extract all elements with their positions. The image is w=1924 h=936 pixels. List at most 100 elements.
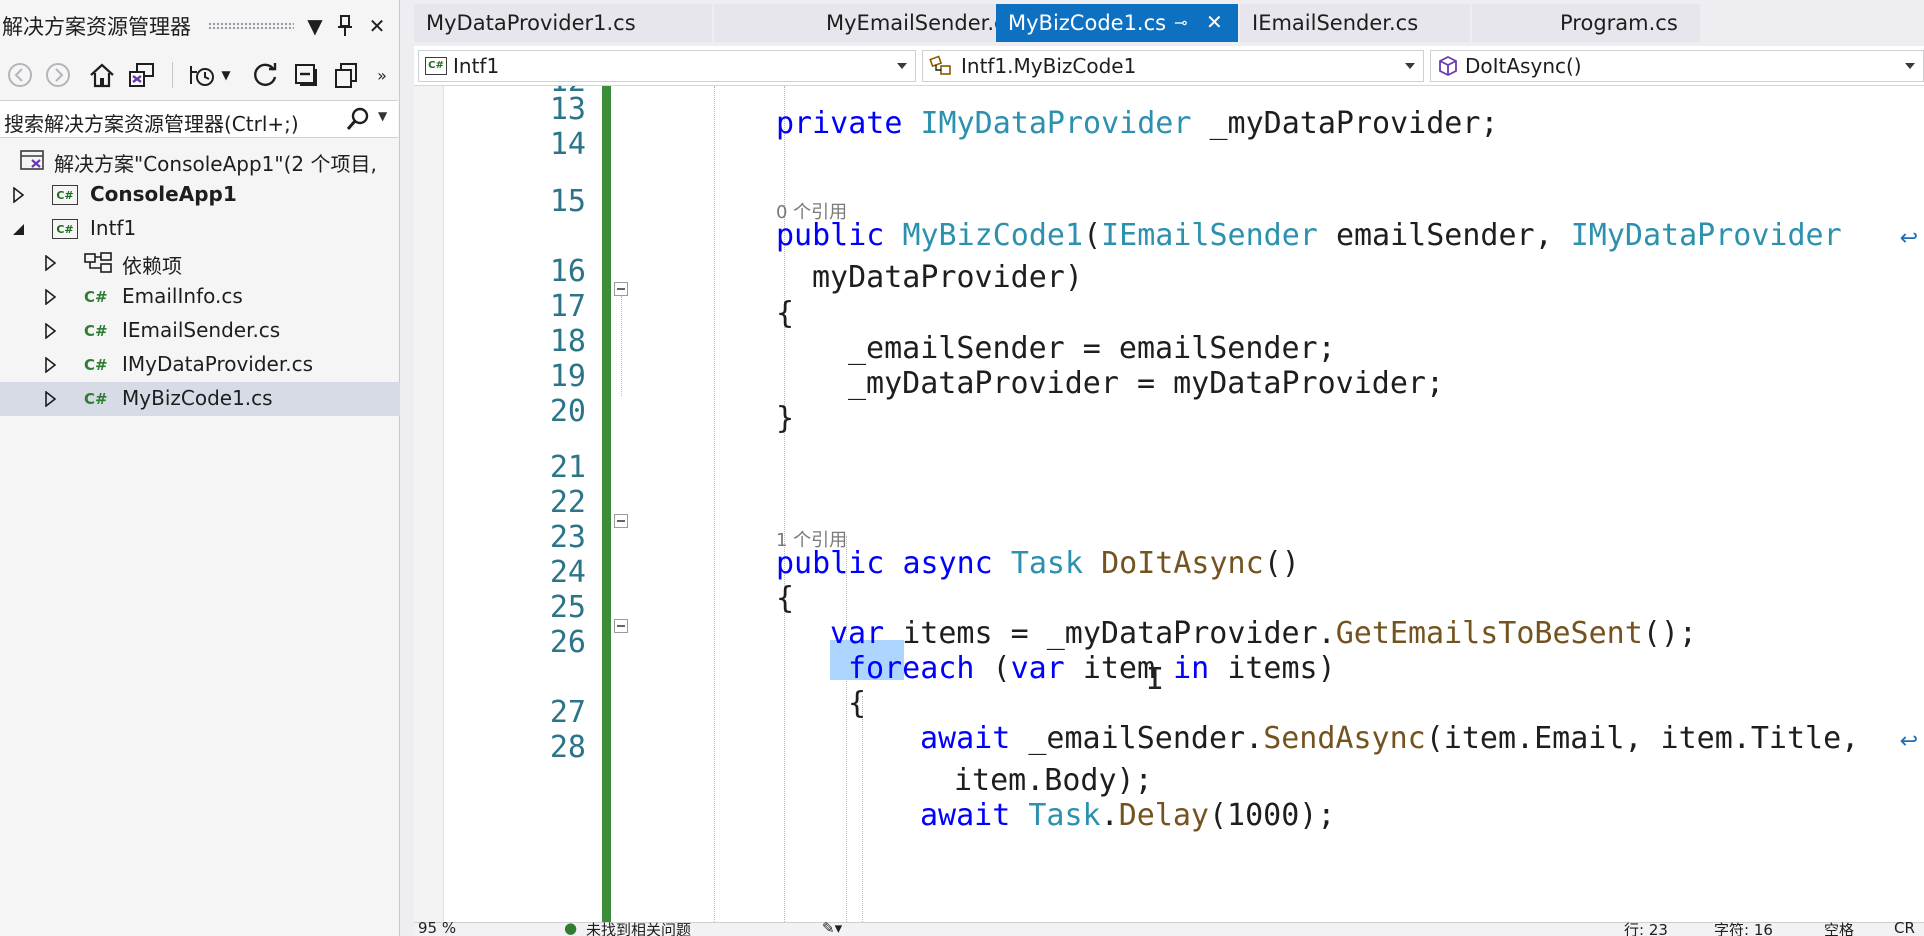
indent-guide (862, 696, 863, 922)
tree-item-imydataprovider[interactable]: C# IMyDataProvider.cs (0, 348, 400, 382)
code-token: public (776, 546, 885, 581)
code-line-15-wrapped: myDataProvider) (812, 260, 1083, 295)
change-tracking-bar (602, 86, 611, 922)
panel-drag-grip[interactable] (208, 22, 294, 30)
type-dropdown[interactable]: Intf1.MyBizCode1 (922, 50, 1424, 82)
tab-mybizcode1[interactable]: MyBizCode1.cs ⊸ ✕ (996, 4, 1238, 42)
chevron-down-icon[interactable] (1405, 63, 1415, 69)
code-token: (); (1642, 616, 1697, 651)
outline-line (621, 296, 622, 396)
code-line-17: _emailSender = emailSender; (848, 331, 1336, 366)
tab-close-icon[interactable]: ✕ (1206, 10, 1223, 34)
line-ending-indicator[interactable]: CR (1894, 919, 1915, 936)
code-line-27: await Task.Delay(1000); (920, 798, 1335, 833)
code-token: (1000); (1209, 798, 1336, 833)
tree-item-emailinfo[interactable]: C# EmailInfo.cs (0, 280, 400, 314)
toolbar-overflow-icon[interactable]: » (372, 58, 392, 92)
line-number: 27 (549, 695, 586, 730)
code-token: public (776, 218, 885, 253)
tab-pin-icon[interactable]: ⊸ (1174, 13, 1187, 32)
line-indicator[interactable]: 行: 23 (1624, 919, 1668, 936)
zoom-level[interactable]: 95 % (418, 919, 456, 936)
close-icon[interactable]: ✕ (362, 11, 392, 41)
code-line-24: foreach (var item in items) (848, 651, 1336, 686)
line-number: 21 (549, 450, 586, 485)
whitespace-indicator[interactable]: 空格 (1824, 919, 1854, 936)
expand-arrow-icon[interactable] (44, 357, 58, 373)
line-number: 15 (549, 184, 586, 219)
search-options-chevron-icon[interactable]: ▼ (378, 109, 387, 123)
panel-menu-dropdown-icon[interactable]: ▼ (300, 11, 330, 41)
code-line-23: var items = _myDataProvider.GetEmailsToB… (830, 616, 1697, 651)
project-dropdown[interactable]: C# Intf1 (418, 50, 916, 82)
switch-views-icon[interactable] (124, 58, 160, 92)
tree-item-label: Intf1 (90, 216, 137, 240)
collapse-arrow-icon[interactable] (12, 221, 26, 237)
code-token: () (1263, 546, 1300, 581)
expand-arrow-icon[interactable] (12, 187, 26, 203)
pin-icon[interactable] (330, 11, 360, 41)
line-number: 22 (549, 485, 586, 520)
show-all-files-icon[interactable] (328, 58, 364, 92)
code-token: await (920, 798, 1011, 833)
code-token: in (1173, 651, 1210, 686)
solution-explorer-toolbar: ▼ » (0, 52, 400, 98)
tree-item-iemailsender[interactable]: C# IEmailSender.cs (0, 314, 400, 348)
tree-item-project-intf1[interactable]: C# Intf1 (0, 212, 400, 246)
back-icon[interactable] (2, 58, 38, 92)
toolbar-separator (172, 62, 173, 88)
glyph-margin (414, 86, 444, 922)
text-cursor-ibeam-icon: I (1146, 662, 1165, 697)
expand-arrow-icon[interactable] (44, 289, 58, 305)
collapse-region-icon[interactable] (614, 282, 628, 296)
document-tab-bar: MyDataProvider1.cs MyEmailSender.cs MyBi… (414, 0, 1924, 46)
pending-changes-filter-icon[interactable] (184, 58, 220, 92)
search-icon[interactable] (344, 105, 372, 137)
home-icon[interactable] (84, 58, 120, 92)
solution-explorer-search-box[interactable]: 搜索解决方案资源管理器(Ctrl+;) ▼ (0, 100, 398, 138)
tab-program[interactable]: Program.cs (1472, 4, 1700, 42)
tree-item-label: IMyDataProvider.cs (122, 352, 314, 376)
tab-mydataprovider1[interactable]: MyDataProvider1.cs (414, 4, 712, 42)
search-input[interactable]: 搜索解决方案资源管理器(Ctrl+;) (4, 108, 299, 137)
collapse-region-icon[interactable] (614, 514, 628, 528)
code-token: IMyDataProvider (1570, 218, 1842, 253)
chevron-down-icon[interactable] (1905, 63, 1915, 69)
tree-item-project-consoleapp1[interactable]: C# ConsoleApp1 (0, 178, 400, 212)
tree-item-label: 依赖项 (122, 254, 182, 278)
expand-arrow-icon[interactable] (44, 323, 58, 339)
csharp-file-icon: C# (84, 322, 108, 340)
code-token: items) (1227, 651, 1336, 686)
line-number: 20 (549, 394, 586, 429)
tree-item-mybizcode1[interactable]: C# MyBizCode1.cs (0, 382, 400, 416)
collapse-region-icon[interactable] (614, 619, 628, 633)
code-token: . (1100, 798, 1119, 833)
code-token: Task (1010, 546, 1084, 581)
tab-myemailsender[interactable]: MyEmailSender.cs (714, 4, 1017, 42)
collapse-all-icon[interactable] (288, 58, 324, 92)
issues-status[interactable]: 未找到相关问题 (586, 919, 691, 936)
code-token: item (1082, 651, 1156, 686)
brush-icon[interactable]: ✎▾ (822, 919, 842, 936)
word-wrap-icon: ↩ (1899, 226, 1918, 251)
solution-icon (20, 150, 46, 172)
tree-item-dependencies[interactable]: 依赖项 (0, 246, 400, 280)
code-line-26: await _emailSender.SendAsync(item.Email,… (920, 721, 1859, 756)
tab-iemailsender[interactable]: IEmailSender.cs (1240, 4, 1470, 42)
chevron-down-icon[interactable]: ▼ (216, 58, 236, 92)
tree-item-solution[interactable]: 解决方案"ConsoleApp1"(2 个项目, (0, 144, 400, 178)
char-indicator[interactable]: 字符: 16 (1714, 919, 1773, 936)
tab-label: MyEmailSender.cs (826, 11, 1017, 35)
expand-arrow-icon[interactable] (44, 255, 58, 271)
chevron-down-icon[interactable] (897, 63, 907, 69)
refresh-icon[interactable] (248, 58, 284, 92)
code-area[interactable]: 12 13 14 15 16 17 18 19 20 21 22 23 24 2… (414, 86, 1924, 922)
csharp-file-icon: C# (84, 356, 108, 374)
code-token: IEmailSender (1101, 218, 1318, 253)
class-icon (929, 55, 955, 77)
forward-icon[interactable] (40, 58, 76, 92)
expand-arrow-icon[interactable] (44, 391, 58, 407)
member-dropdown[interactable]: DoItAsync() (1430, 50, 1924, 82)
navigation-bar: C# Intf1 Intf1.MyBizCode1 DoItAsync() (414, 46, 1924, 86)
csharp-project-icon: C# (425, 57, 447, 75)
